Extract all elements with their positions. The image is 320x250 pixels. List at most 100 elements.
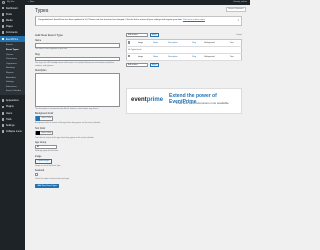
screen-options-button[interactable]: Screen Options ▾ <box>225 6 246 12</box>
name-input[interactable] <box>35 43 120 48</box>
sidebar-item-label: Plugins <box>5 105 14 109</box>
sidebar-item-label: Pages <box>5 25 13 29</box>
age-group-field: Age Group All Valid age group for the Ev… <box>35 142 120 152</box>
bulk-actions-select-bottom[interactable]: Bulk actions <box>126 62 148 67</box>
bulk-actions-bar-bottom: Bulk actions Apply <box>126 62 242 67</box>
slug-label: Slug <box>35 53 40 56</box>
sidebar-item-label: Appearance <box>5 99 19 103</box>
age-group-select[interactable]: All <box>35 145 57 150</box>
slug-input[interactable] <box>35 56 120 62</box>
text-color-group: Text Color Select Color Text color for e… <box>35 128 120 140</box>
background-color-picker[interactable]: Select Color <box>35 116 53 121</box>
sidebar-item-label: Users <box>5 111 13 115</box>
footer-column-slug[interactable]: Slug <box>191 53 204 61</box>
page-icon <box>1 25 5 29</box>
notice-text: Congratulations! EventPrime has been upd… <box>38 18 183 21</box>
items-count: 0 items <box>236 34 242 36</box>
media-icon <box>1 19 5 22</box>
slug-field-group: Slug The slug is the URL-friendly versio… <box>35 54 120 67</box>
sidebar-item-label: Posts <box>5 12 12 16</box>
sidebar-item-label: EventPrime <box>5 37 19 41</box>
submenu-item-event-calendar[interactable]: Event Calendar <box>0 89 25 94</box>
text-color-picker[interactable]: Select Color <box>35 130 53 136</box>
calendar-icon <box>1 37 5 41</box>
slug-description: The slug is the URL-friendly version of … <box>35 62 115 67</box>
column-image: Image <box>136 39 153 47</box>
select-all-cell <box>126 39 137 47</box>
update-notice: Congratulations! EventPrime has been upd… <box>35 16 242 26</box>
sidebar-item-eventprime[interactable]: EventPrime <box>0 35 25 43</box>
sidebar-item-label: Tools <box>5 117 12 121</box>
table-row: No Types found. <box>126 46 242 54</box>
no-items-message: No Types found. <box>126 46 242 54</box>
table-footer-row: Image Name Description Slug Background T… <box>126 53 242 61</box>
dashboard-icon <box>1 6 5 10</box>
sidebar-item-label: Settings <box>5 124 15 127</box>
age-group-label: Age Group <box>35 142 47 145</box>
select-all-checkbox[interactable] <box>128 41 131 44</box>
add-event-type-button[interactable]: Add New Event Type <box>35 184 60 189</box>
pin-icon <box>1 12 5 16</box>
image-label: Image <box>35 155 42 158</box>
bulk-actions-select[interactable]: Bulk actions <box>126 33 148 37</box>
featured-label: Featured <box>35 170 45 173</box>
eventprime-submenu: Events Event Types Venues Performers Org… <box>0 42 25 95</box>
event-types-list: Bulk actions Apply 0 items Image Name De… <box>126 33 242 69</box>
image-description: Image or icon of the Event Type. <box>35 164 61 167</box>
text-color-label: Text Color <box>35 127 46 130</box>
select-all-footer-cell <box>126 53 137 61</box>
text-color-description: Text color for events of this type when … <box>35 137 95 140</box>
apply-button-bottom[interactable]: Apply <box>149 62 159 67</box>
footer-column-text: Text <box>228 53 242 61</box>
featured-checkbox[interactable] <box>35 173 38 176</box>
user-account-link[interactable]: Howdy, admin <box>233 1 247 3</box>
featured-field: Featured Check this option to feature th… <box>35 170 120 180</box>
name-description: The name is how it appears on your site. <box>35 48 68 51</box>
sidebar-collapse-menu[interactable]: Collapse menu <box>0 129 25 135</box>
site-name-link[interactable]: My Site <box>7 1 14 3</box>
settings-icon <box>1 124 5 127</box>
background-color-group: Background Color Select Color Background… <box>35 113 120 125</box>
name-field-group: Name The name is how it appears on your … <box>35 40 120 51</box>
column-background: Background <box>203 39 229 47</box>
new-content-link[interactable]: + New <box>28 1 34 3</box>
promo-subtitle: Free and paid extensions now available <box>176 101 229 105</box>
extensions-promo-banner[interactable]: eventprime Extend the power of EventPrim… <box>126 88 242 114</box>
text-color-button-label: Select Color <box>41 132 52 135</box>
page-title: Types <box>35 8 49 14</box>
image-field: Image Upload Image Image or icon of the … <box>35 156 120 167</box>
admin-sidebar: Dashboard Posts Media Pages Comments Eve… <box>0 5 25 250</box>
column-name[interactable]: Name <box>152 39 167 47</box>
upload-image-button[interactable]: Upload Image <box>35 158 52 164</box>
apply-button[interactable]: Apply <box>149 33 159 37</box>
footer-column-description[interactable]: Description <box>166 53 192 61</box>
event-types-table: Image Name Description Slug Background T… <box>126 39 242 61</box>
logo-text-accent: prime <box>146 97 164 103</box>
description-label: Description <box>35 70 47 73</box>
column-slug[interactable]: Slug <box>191 39 204 47</box>
description-textarea[interactable] <box>35 73 120 108</box>
table-header-row: Image Name Description Slug Background T… <box>126 39 242 47</box>
bulk-actions-bar: Bulk actions Apply 0 items <box>126 33 242 37</box>
plug-icon <box>1 105 5 109</box>
wrench-icon <box>1 117 5 121</box>
sidebar-item-label: Media <box>5 18 13 22</box>
notice-link[interactable]: Click here to learn more <box>183 19 205 21</box>
sidebar-item-label: Collapse menu <box>5 130 22 134</box>
background-color-button-label: Select Color <box>41 117 52 120</box>
form-heading: Add New Event Type <box>35 33 63 37</box>
footer-column-name[interactable]: Name <box>152 53 167 61</box>
brush-icon <box>1 99 5 103</box>
comment-icon <box>1 31 5 35</box>
logo-text-main: event <box>131 97 147 103</box>
wordpress-logo-icon[interactable] <box>1 1 5 4</box>
users-icon <box>1 111 5 115</box>
select-all-footer-checkbox[interactable] <box>128 54 131 58</box>
sidebar-item-label: Dashboard <box>5 6 18 10</box>
column-description[interactable]: Description <box>166 39 192 47</box>
add-event-type-form: Add New Event Type Name The name is how … <box>35 33 120 189</box>
eventprime-logo: eventprime <box>131 97 163 103</box>
dismiss-icon[interactable]: ✕ <box>237 19 239 22</box>
background-color-label: Background Color <box>35 113 54 116</box>
age-group-description: Valid age group for the Event. <box>35 150 59 153</box>
